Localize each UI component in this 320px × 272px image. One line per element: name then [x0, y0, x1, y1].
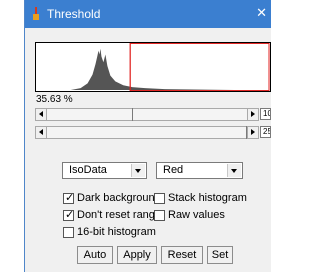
method-selected: IsoData [69, 164, 107, 176]
stack-histogram-label: Stack histogram [168, 192, 247, 204]
lower-threshold-value[interactable]: 108 [260, 108, 271, 120]
histogram-panel [35, 42, 271, 92]
app-icon [33, 7, 39, 20]
upper-threshold-slider[interactable] [35, 126, 259, 139]
threshold-overlay [129, 43, 270, 91]
dont-reset-range-label: Don't reset range [77, 209, 162, 221]
display-selected: Red [163, 164, 184, 176]
histogram-plot [70, 48, 270, 91]
lower-threshold-slider[interactable] [35, 108, 259, 121]
chevron-down-icon[interactable] [131, 164, 145, 177]
method-dropdown[interactable]: IsoData [62, 162, 147, 179]
checkbox-box[interactable] [63, 227, 74, 238]
checkbox-box[interactable]: ✓ [63, 209, 75, 221]
reset-button[interactable]: Reset [161, 246, 203, 264]
check-icon: ✓ [65, 192, 75, 204]
scroll-right-icon[interactable] [247, 127, 258, 138]
display-dropdown[interactable]: Red [156, 162, 243, 179]
slider-thumb[interactable] [132, 108, 133, 121]
checkbox-box[interactable] [154, 193, 165, 204]
scroll-left-icon[interactable] [36, 127, 47, 138]
checkbox-box[interactable]: ✓ [63, 192, 75, 204]
dark-background-label: Dark background [77, 192, 161, 204]
threshold-percentage: 35.63 % [36, 94, 73, 105]
upper-threshold-value[interactable]: 255 [260, 126, 271, 138]
scroll-right-icon[interactable] [247, 109, 258, 120]
threshold-window: Threshold ✕ 35.63 % 108 255 IsoData Red … [24, 0, 271, 272]
set-button[interactable]: Set [207, 246, 233, 264]
chevron-down-icon[interactable] [227, 164, 241, 177]
close-icon[interactable]: ✕ [256, 6, 267, 20]
scroll-left-icon[interactable] [36, 109, 47, 120]
checkbox-box[interactable] [154, 210, 165, 221]
auto-button[interactable]: Auto [77, 246, 113, 264]
16-bit-histogram-label: 16-bit histogram [77, 226, 156, 238]
raw-values-label: Raw values [168, 209, 225, 221]
check-icon: ✓ [65, 209, 75, 221]
title-bar[interactable]: Threshold ✕ [25, 0, 271, 28]
apply-button[interactable]: Apply [117, 246, 157, 264]
window-title: Threshold [47, 7, 101, 21]
